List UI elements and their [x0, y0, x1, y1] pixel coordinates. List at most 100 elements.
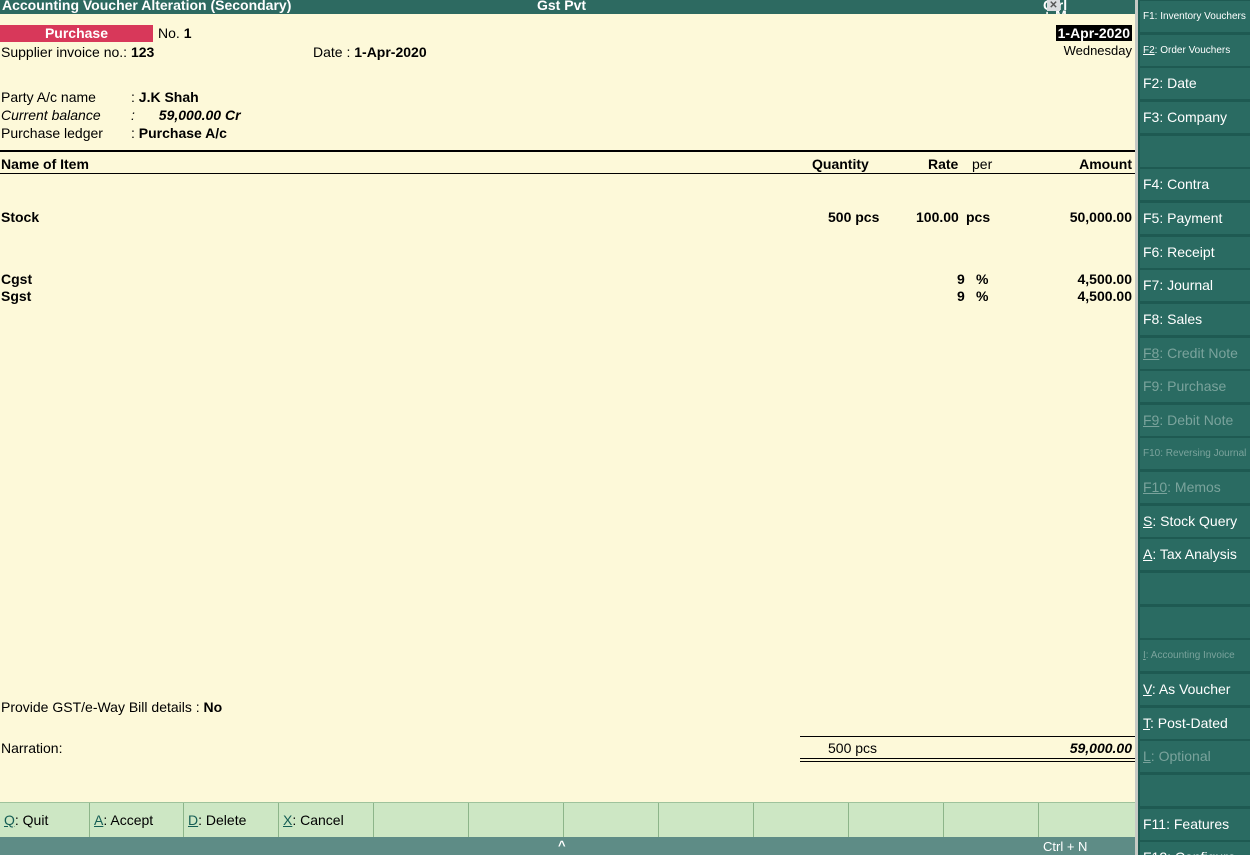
shortcut-key: F6 [1143, 243, 1160, 260]
empty-button-slot [754, 803, 849, 838]
tax-rate: 9 [957, 288, 965, 304]
sidebar: F1: Inventory Vouchers F2: Order Vouchers… [1135, 0, 1250, 855]
sidebar-item-company[interactable]: F3: Company [1140, 101, 1250, 133]
shortcut-key: F4 [1143, 176, 1160, 193]
tax-amount: 4,500.00 [1077, 288, 1133, 304]
shortcut-key: F8 [1143, 344, 1160, 361]
supplier-invoice-value[interactable]: 123 [131, 44, 154, 60]
delete-button[interactable]: D: Delete [184, 803, 279, 838]
shortcut-key: F8 [1143, 310, 1160, 327]
empty-button-slot [1039, 803, 1135, 838]
ledger-label: Purchase ledger [1, 125, 103, 141]
sidebar-item-contra[interactable]: F4: Contra [1140, 169, 1250, 201]
party-label: Party A/c name [1, 89, 96, 105]
tax-name[interactable]: Sgst [1, 288, 31, 304]
invoice-date-value[interactable]: 1-Apr-2020 [354, 44, 426, 60]
sidebar-item-stock-query[interactable]: S: Stock Query [1140, 505, 1250, 537]
item-per[interactable]: pcs [966, 209, 990, 225]
sidebar-item-reversing-journal[interactable]: F10: Reversing Journal [1140, 438, 1250, 470]
sidebar-item-label: : Company [1159, 108, 1228, 125]
item-amount[interactable]: 50,000.00 [1070, 209, 1132, 225]
sidebar-item-date[interactable]: F2: Date [1140, 68, 1250, 100]
item-name[interactable]: Stock [1, 209, 39, 225]
empty-button-slot [659, 803, 754, 838]
sidebar-item-debit-note[interactable]: F9: Debit Note [1140, 404, 1250, 436]
tax-amount: 4,500.00 [1077, 271, 1133, 287]
sidebar-item-accounting-invoice[interactable]: I: Accounting Invoice [1140, 640, 1250, 672]
balance-value: 59,000.00 Cr [158, 107, 241, 123]
sidebar-item-sales[interactable]: F8: Sales [1140, 303, 1250, 335]
voucher-type-badge[interactable]: Purchase [0, 25, 153, 42]
shortcut-key: A [1143, 546, 1153, 563]
sidebar-item-optional[interactable]: L: Optional [1140, 741, 1250, 773]
company-name: Gst Pvt [537, 0, 587, 13]
shortcut-key: F9 [1143, 378, 1160, 395]
sidebar-item-label: : Post-Dated [1150, 714, 1228, 731]
sidebar-item-label: : Tax Analysis [1152, 546, 1237, 563]
gst-details-label: Provide GST/e-Way Bill details : [1, 699, 200, 715]
sidebar-item-journal[interactable]: F7: Journal [1140, 270, 1250, 302]
close-icon[interactable]: ✕ [1047, 0, 1060, 11]
shortcut-key: L [1143, 748, 1151, 765]
gst-details-row: Provide GST/e-Way Bill details : No [1, 699, 222, 715]
sidebar-item-empty [1140, 606, 1250, 638]
item-rate[interactable]: 100.00 [916, 209, 959, 225]
total-amount: 59,000.00 [1069, 740, 1132, 756]
date-label: Date : [313, 44, 351, 60]
accept-button[interactable]: A: Accept [90, 803, 184, 838]
sidebar-item-label: : Sales [1159, 310, 1203, 327]
shortcut-key: F3 [1143, 108, 1160, 125]
sidebar-item-memos[interactable]: F10: Memos [1140, 472, 1250, 504]
voucher-panel: Purchase No. 1 1-Apr-2020 Wednesday Supp… [0, 14, 1135, 802]
col-item-header: Name of Item [1, 156, 89, 172]
shortcut-key: F2 [1143, 44, 1155, 56]
sidebar-item-inventory-vouchers[interactable]: F1: Inventory Vouchers [1140, 1, 1250, 32]
sidebar-item-label: : Credit Note [1159, 344, 1238, 361]
voucher-date-value[interactable]: 1-Apr-2020 [1055, 25, 1132, 41]
sidebar-item-label: : Reversing Journal [1160, 448, 1247, 460]
sidebar-item-label: : As Voucher [1151, 681, 1231, 697]
cancel-button[interactable]: X: Cancel [279, 803, 374, 838]
quit-button[interactable]: Q: Quit [0, 803, 90, 838]
sidebar-item-as-voucher[interactable]: V: As Voucher [1140, 674, 1250, 705]
party-row: Party A/c name: J.K Shah [1, 89, 199, 105]
sidebar-item-empty [1140, 774, 1250, 806]
sidebar-item-receipt[interactable]: F6: Receipt [1140, 236, 1250, 268]
status-bar: ^ Ctrl + N [0, 837, 1135, 855]
item-quantity[interactable]: 500 pcs [828, 209, 879, 225]
narration-label[interactable]: Narration: [1, 740, 62, 756]
title-bar: Accounting Voucher Alteration (Secondary… [0, 0, 1135, 14]
empty-button-slot [469, 803, 564, 838]
sidebar-item-order-vouchers[interactable]: F2: Order Vouchers [1140, 34, 1250, 66]
sidebar-item-label: : Accounting Invoice [1145, 650, 1235, 662]
sidebar-item-configure[interactable]: F12: Configure [1140, 842, 1250, 855]
sidebar-item-purchase[interactable]: F9: Purchase [1140, 371, 1250, 403]
button-bar: Q: Quit A: Accept D: Delete X: Cancel [0, 802, 1135, 838]
shortcut-key: F12 [1143, 849, 1167, 855]
voucher-number: No. 1 [158, 25, 191, 41]
sidebar-item-post-dated[interactable]: T: Post-Dated [1140, 707, 1250, 739]
gst-details-value[interactable]: No [204, 699, 223, 715]
status-shortcut: Ctrl + N [1043, 839, 1088, 854]
sidebar-item-payment[interactable]: F5: Payment [1140, 202, 1250, 234]
shortcut-key: T [1143, 714, 1150, 731]
tax-unit: % [976, 271, 989, 287]
shortcut-key: F7 [1143, 277, 1160, 294]
ledger-value[interactable]: Purchase A/c [139, 125, 227, 141]
balance-label: Current balance [1, 107, 101, 123]
window-title: Accounting Voucher Alteration (Secondary… [2, 0, 292, 13]
col-rate-header: Rate [928, 156, 959, 172]
party-value[interactable]: J.K Shah [139, 89, 199, 105]
voucher-date-field[interactable]: 1-Apr-2020 [1055, 25, 1132, 41]
sidebar-item-label: : Inventory Vouchers [1154, 11, 1246, 22]
sidebar-item-label: : Purchase [1159, 378, 1227, 395]
shortcut-key: F10 [1143, 448, 1161, 460]
sidebar-item-features[interactable]: F11: Features [1140, 808, 1250, 840]
sidebar-item-credit-note[interactable]: F8: Credit Note [1140, 337, 1250, 369]
col-quantity-header: Quantity [812, 156, 869, 172]
tax-name[interactable]: Cgst [1, 271, 32, 287]
sidebar-item-tax-analysis[interactable]: A: Tax Analysis [1140, 539, 1250, 571]
voucher-no-value[interactable]: 1 [184, 25, 192, 41]
shortcut-key: F1 [1143, 11, 1155, 22]
expand-caret-icon[interactable]: ^ [558, 838, 566, 853]
